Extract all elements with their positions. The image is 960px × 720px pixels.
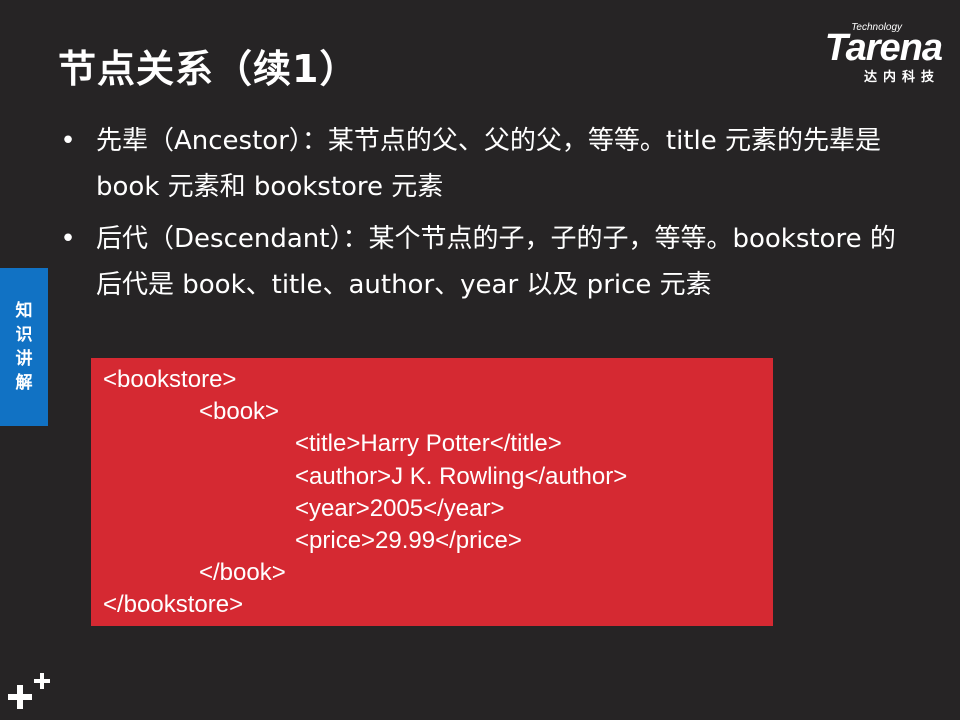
side-tab-char: 讲 — [15, 349, 33, 369]
side-tab-knowledge[interactable]: 知 识 讲 解 — [0, 268, 48, 426]
bullet-item-ancestor: • 先辈（Ancestor）：某节点的父、父的父，等等。title 元素的先辈是… — [58, 118, 898, 210]
code-line: <book> — [199, 398, 280, 426]
code-example-box: <bookstore> <book> <title>Harry Potter</… — [91, 358, 773, 626]
code-line: <price>29.99</price> — [295, 526, 522, 554]
code-line: <title>Harry Potter</title> — [295, 430, 562, 458]
code-line: </bookstore> — [103, 591, 244, 619]
code-line: <bookstore> — [103, 366, 237, 393]
side-tab-char: 识 — [15, 325, 33, 345]
bullet-marker: • — [60, 224, 76, 254]
side-tab-char: 知 — [15, 301, 33, 321]
plus-icon — [6, 672, 54, 714]
bullet-marker: • — [60, 126, 76, 156]
bullet-text-descendant: 后代（Descendant）：某个节点的子，子的子，等等。bookstore 的… — [96, 224, 896, 300]
tarena-logo: Technology Tarena 达内科技 — [772, 22, 943, 85]
slide-title: 节点关系（续1） — [58, 47, 359, 91]
bullet-item-descendant: • 后代（Descendant）：某个节点的子，子的子，等等。bookstore… — [58, 216, 898, 308]
bullet-text-ancestor: 先辈（Ancestor）：某节点的父、父的父，等等。title 元素的先辈是 b… — [96, 126, 881, 202]
side-tab-char: 解 — [15, 373, 33, 393]
code-line: <author>J K. Rowling</author> — [295, 462, 628, 490]
code-line: <year>2005</year> — [295, 494, 505, 522]
code-line: </book> — [199, 559, 286, 587]
bullet-list: • 先辈（Ancestor）：某节点的父、父的父，等等。title 元素的先辈是… — [58, 118, 898, 314]
logo-brand-text: Tarena — [824, 27, 943, 69]
logo-chinese-text: 达内科技 — [863, 70, 940, 85]
